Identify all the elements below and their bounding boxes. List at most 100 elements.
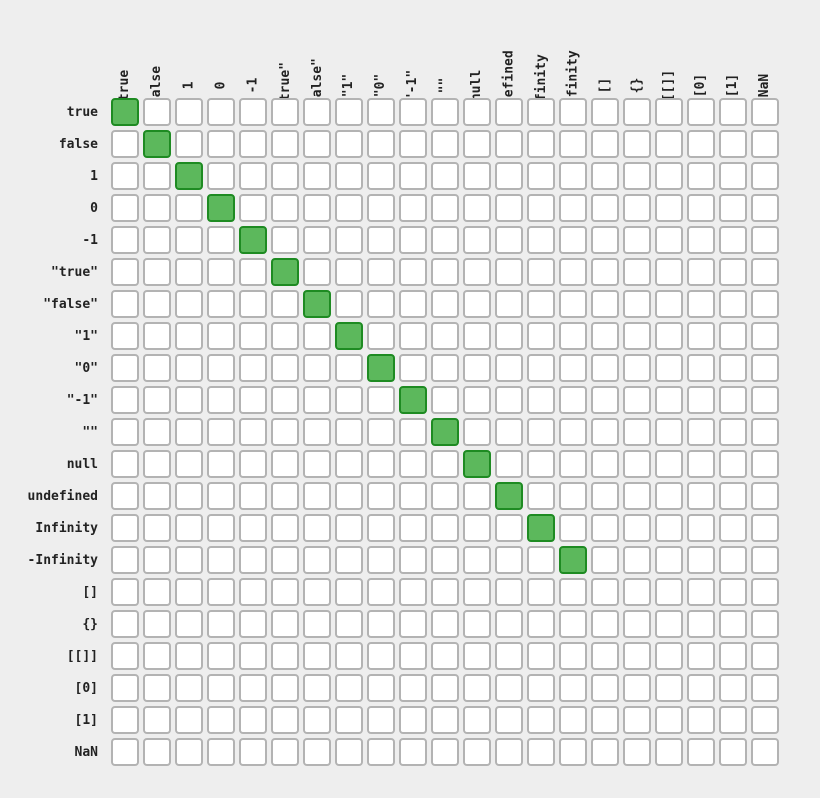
- matrix-cell-not-equal[interactable]: [527, 98, 555, 126]
- matrix-cell-not-equal[interactable]: [495, 194, 523, 222]
- matrix-cell-not-equal[interactable]: [495, 450, 523, 478]
- matrix-cell-not-equal[interactable]: [687, 354, 715, 382]
- matrix-cell-not-equal[interactable]: [239, 738, 267, 766]
- matrix-cell-not-equal[interactable]: [367, 738, 395, 766]
- matrix-cell-not-equal[interactable]: [751, 706, 779, 734]
- matrix-cell-not-equal[interactable]: [719, 226, 747, 254]
- matrix-cell-not-equal[interactable]: [591, 130, 619, 158]
- matrix-cell-not-equal[interactable]: [239, 130, 267, 158]
- matrix-cell-not-equal[interactable]: [463, 610, 491, 638]
- matrix-cell-not-equal[interactable]: [399, 322, 427, 350]
- matrix-cell-not-equal[interactable]: [655, 610, 683, 638]
- matrix-cell-not-equal[interactable]: [175, 226, 203, 254]
- matrix-cell-not-equal[interactable]: [175, 98, 203, 126]
- matrix-cell-not-equal[interactable]: [495, 674, 523, 702]
- matrix-cell-not-equal[interactable]: [175, 482, 203, 510]
- matrix-cell-not-equal[interactable]: [719, 738, 747, 766]
- matrix-cell-not-equal[interactable]: [175, 258, 203, 286]
- matrix-cell-not-equal[interactable]: [335, 290, 363, 318]
- matrix-cell-not-equal[interactable]: [463, 258, 491, 286]
- matrix-cell-not-equal[interactable]: [623, 386, 651, 414]
- matrix-cell-not-equal[interactable]: [143, 258, 171, 286]
- matrix-cell-not-equal[interactable]: [367, 610, 395, 638]
- matrix-cell-not-equal[interactable]: [111, 482, 139, 510]
- matrix-cell-not-equal[interactable]: [527, 546, 555, 574]
- matrix-cell-not-equal[interactable]: [431, 482, 459, 510]
- matrix-cell-not-equal[interactable]: [271, 98, 299, 126]
- matrix-cell-not-equal[interactable]: [719, 514, 747, 542]
- matrix-cell-equal[interactable]: [559, 546, 587, 574]
- matrix-cell-not-equal[interactable]: [143, 674, 171, 702]
- matrix-cell-not-equal[interactable]: [111, 162, 139, 190]
- matrix-cell-not-equal[interactable]: [719, 386, 747, 414]
- matrix-cell-not-equal[interactable]: [463, 386, 491, 414]
- matrix-cell-not-equal[interactable]: [367, 546, 395, 574]
- matrix-cell-not-equal[interactable]: [175, 546, 203, 574]
- matrix-cell-not-equal[interactable]: [751, 578, 779, 606]
- matrix-cell-not-equal[interactable]: [239, 546, 267, 574]
- matrix-cell-not-equal[interactable]: [495, 738, 523, 766]
- matrix-cell-not-equal[interactable]: [143, 98, 171, 126]
- matrix-cell-not-equal[interactable]: [143, 482, 171, 510]
- matrix-cell-not-equal[interactable]: [751, 514, 779, 542]
- matrix-cell-not-equal[interactable]: [751, 674, 779, 702]
- matrix-cell-not-equal[interactable]: [271, 354, 299, 382]
- matrix-cell-not-equal[interactable]: [207, 738, 235, 766]
- matrix-cell-not-equal[interactable]: [175, 642, 203, 670]
- matrix-cell-not-equal[interactable]: [175, 130, 203, 158]
- matrix-cell-not-equal[interactable]: [591, 738, 619, 766]
- matrix-cell-not-equal[interactable]: [271, 162, 299, 190]
- matrix-cell-not-equal[interactable]: [559, 386, 587, 414]
- matrix-cell-not-equal[interactable]: [623, 418, 651, 446]
- matrix-cell-not-equal[interactable]: [143, 386, 171, 414]
- matrix-cell-not-equal[interactable]: [591, 162, 619, 190]
- matrix-cell-not-equal[interactable]: [687, 290, 715, 318]
- matrix-cell-not-equal[interactable]: [687, 162, 715, 190]
- matrix-cell-not-equal[interactable]: [559, 98, 587, 126]
- matrix-cell-not-equal[interactable]: [271, 386, 299, 414]
- matrix-cell-not-equal[interactable]: [143, 546, 171, 574]
- matrix-cell-not-equal[interactable]: [207, 258, 235, 286]
- matrix-cell-not-equal[interactable]: [367, 162, 395, 190]
- matrix-cell-not-equal[interactable]: [303, 386, 331, 414]
- matrix-cell-not-equal[interactable]: [495, 322, 523, 350]
- matrix-cell-not-equal[interactable]: [687, 706, 715, 734]
- matrix-cell-not-equal[interactable]: [207, 290, 235, 318]
- matrix-cell-not-equal[interactable]: [111, 706, 139, 734]
- matrix-cell-not-equal[interactable]: [591, 418, 619, 446]
- matrix-cell-not-equal[interactable]: [655, 674, 683, 702]
- matrix-cell-not-equal[interactable]: [303, 546, 331, 574]
- matrix-cell-not-equal[interactable]: [495, 642, 523, 670]
- matrix-cell-not-equal[interactable]: [175, 578, 203, 606]
- matrix-cell-not-equal[interactable]: [399, 450, 427, 478]
- matrix-cell-not-equal[interactable]: [719, 674, 747, 702]
- matrix-cell-not-equal[interactable]: [399, 578, 427, 606]
- matrix-cell-not-equal[interactable]: [527, 450, 555, 478]
- matrix-cell-not-equal[interactable]: [367, 290, 395, 318]
- matrix-cell-not-equal[interactable]: [239, 194, 267, 222]
- matrix-cell-not-equal[interactable]: [751, 418, 779, 446]
- matrix-cell-not-equal[interactable]: [527, 418, 555, 446]
- matrix-cell-not-equal[interactable]: [527, 738, 555, 766]
- matrix-cell-not-equal[interactable]: [719, 322, 747, 350]
- matrix-cell-not-equal[interactable]: [175, 738, 203, 766]
- matrix-cell-not-equal[interactable]: [623, 130, 651, 158]
- matrix-cell-not-equal[interactable]: [527, 354, 555, 382]
- matrix-cell-not-equal[interactable]: [495, 546, 523, 574]
- matrix-cell-not-equal[interactable]: [527, 322, 555, 350]
- matrix-cell-not-equal[interactable]: [303, 354, 331, 382]
- matrix-cell-not-equal[interactable]: [335, 194, 363, 222]
- matrix-cell-not-equal[interactable]: [719, 546, 747, 574]
- matrix-cell-not-equal[interactable]: [559, 514, 587, 542]
- matrix-cell-not-equal[interactable]: [719, 130, 747, 158]
- matrix-cell-not-equal[interactable]: [751, 162, 779, 190]
- matrix-cell-not-equal[interactable]: [559, 578, 587, 606]
- matrix-cell-not-equal[interactable]: [463, 674, 491, 702]
- matrix-cell-not-equal[interactable]: [335, 418, 363, 446]
- matrix-cell-not-equal[interactable]: [335, 738, 363, 766]
- matrix-cell-not-equal[interactable]: [751, 386, 779, 414]
- matrix-cell-not-equal[interactable]: [207, 642, 235, 670]
- matrix-cell-not-equal[interactable]: [655, 354, 683, 382]
- matrix-cell-equal[interactable]: [239, 226, 267, 254]
- matrix-cell-not-equal[interactable]: [239, 354, 267, 382]
